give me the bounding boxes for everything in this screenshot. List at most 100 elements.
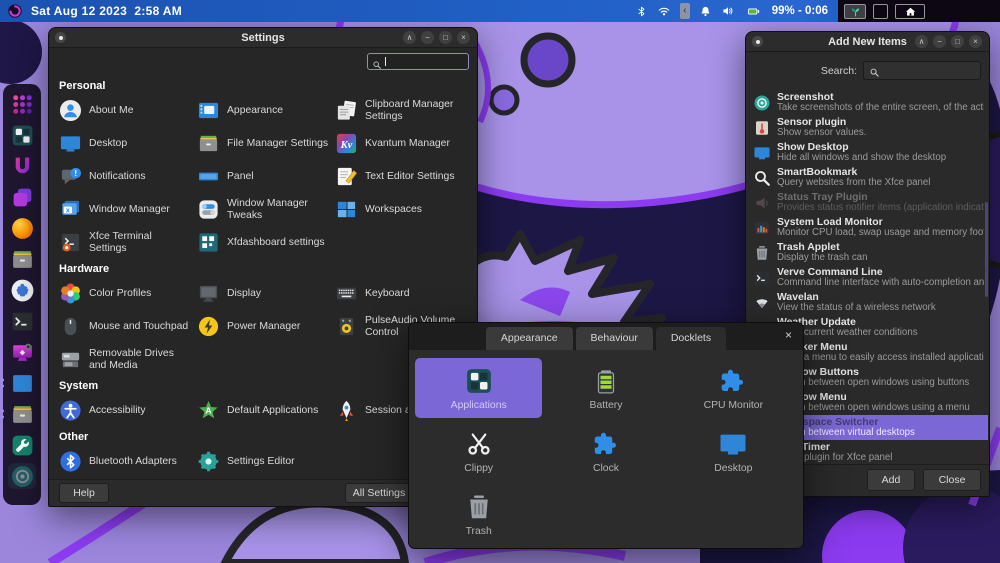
settings-item[interactable]: Desktop xyxy=(57,127,193,160)
docklet-tile[interactable]: Trash xyxy=(415,484,542,544)
battery-icon[interactable] xyxy=(744,5,763,18)
panel-clock[interactable]: Sat Aug 12 2023 2:58 AM xyxy=(31,4,182,18)
scrollbar-thumb[interactable] xyxy=(985,202,988,297)
dock-item-settings-manager[interactable] xyxy=(8,432,36,458)
maximize-icon[interactable]: □ xyxy=(951,35,964,48)
add-items-titlebar[interactable]: Add New Items ∧ − □ × xyxy=(746,32,989,52)
dock-item-file-manager-window[interactable] xyxy=(1,401,36,427)
dialog-tab[interactable]: Behaviour xyxy=(575,327,653,350)
settings-item-label: About Me xyxy=(89,104,134,116)
window-menu-button[interactable] xyxy=(55,32,66,43)
plugin-row[interactable]: SmartBookmark Query websites from the Xf… xyxy=(747,165,988,190)
settings-item[interactable]: Xfdashboard settings xyxy=(195,226,331,259)
minimize-icon[interactable]: − xyxy=(421,31,434,44)
settings-item[interactable]: Mouse and Touchpad xyxy=(57,310,193,343)
dock-item-app-launcher[interactable] xyxy=(8,91,36,117)
battery-label[interactable]: 99% - 0:06 xyxy=(772,5,828,17)
settings-item[interactable]: Xfce Terminal Settings xyxy=(57,226,193,259)
wm-tweaks-icon xyxy=(197,198,220,221)
docklet-tile[interactable]: Applications xyxy=(415,358,543,418)
plugin-row[interactable]: Verve Command Line Command line interfac… xyxy=(747,265,988,290)
settings-item[interactable]: Color Profiles xyxy=(57,277,193,310)
tray-collapse-arrow[interactable]: ‹ xyxy=(679,3,690,19)
plugin-row[interactable]: Screenshot Take screenshots of the entir… xyxy=(747,90,988,115)
dock-item-window-switcher[interactable] xyxy=(8,184,36,210)
settings-item[interactable]: Appearance xyxy=(195,94,331,127)
plugin-row[interactable]: Sensor plugin Show sensor values. xyxy=(747,115,988,140)
settings-item[interactable]: Settings Editor xyxy=(195,445,331,478)
plugin-row[interactable]: Wavelan View the status of a wireless ne… xyxy=(747,290,988,315)
close-icon[interactable]: × xyxy=(969,35,982,48)
plugin-row[interactable]: Show Desktop Hide all windows and show t… xyxy=(747,140,988,165)
window-menu-button[interactable] xyxy=(752,36,763,47)
settings-item-label: Panel xyxy=(227,170,254,182)
workspace-button-3[interactable] xyxy=(895,3,925,19)
settings-item[interactable]: A Default Applications xyxy=(195,394,331,427)
settings-item[interactable]: About Me xyxy=(57,94,193,127)
settings-item[interactable]: ! Notifications xyxy=(57,160,193,193)
dock-item-screenshot-tool[interactable] xyxy=(8,463,36,489)
wifi-icon[interactable] xyxy=(657,4,671,18)
minimize-icon[interactable]: − xyxy=(933,35,946,48)
settings-item-label: Xfdashboard settings xyxy=(227,236,325,248)
close-button[interactable]: Close xyxy=(923,469,981,491)
rollup-icon[interactable]: ∧ xyxy=(403,31,416,44)
desktop-screen: Sat Aug 12 2023 2:58 AM ‹ 99% - 0:06 Set… xyxy=(0,0,1000,563)
maximize-icon[interactable]: □ xyxy=(439,31,452,44)
settings-titlebar[interactable]: Settings ∧ − □ × xyxy=(49,28,477,48)
search-icon xyxy=(869,65,880,77)
terminal-dark-icon xyxy=(10,309,35,334)
plugin-description: Switch between open windows using a menu xyxy=(777,401,970,413)
dock-item-firefox[interactable] xyxy=(8,215,36,241)
settings-search-input[interactable] xyxy=(367,53,469,70)
close-icon[interactable]: × xyxy=(457,31,470,44)
close-icon[interactable]: × xyxy=(785,328,792,342)
dock-item-file-manager[interactable] xyxy=(8,246,36,272)
dock-item-unity-desktop[interactable] xyxy=(8,153,36,179)
workspace-button-1[interactable] xyxy=(844,3,866,19)
settings-item[interactable]: Removable Drives and Media xyxy=(57,343,193,376)
settings-item[interactable]: Accessibility xyxy=(57,394,193,427)
docklet-tile[interactable]: Clock xyxy=(542,421,669,481)
plugin-row[interactable]: Trash Applet Display the trash can xyxy=(747,240,988,265)
notifications-bell-icon[interactable] xyxy=(699,5,712,18)
help-button[interactable]: Help xyxy=(59,483,109,503)
file-cabinet-icon xyxy=(10,402,35,427)
dock-preferences-dialog: Appearance Behaviour Docklets × Applicat… xyxy=(408,322,804,549)
shutter-teal-icon xyxy=(10,464,35,489)
dock-item-terminal[interactable] xyxy=(8,308,36,334)
settings-item[interactable]: Kv Kvantum Manager xyxy=(333,127,469,160)
dock-item-applications[interactable] xyxy=(8,122,36,148)
dock-item-window[interactable] xyxy=(1,370,36,396)
dock-item-web-app[interactable] xyxy=(8,277,36,303)
rollup-icon[interactable]: ∧ xyxy=(915,35,928,48)
docklet-tile[interactable]: Desktop xyxy=(670,421,797,481)
settings-item[interactable]: Bluetooth Adapters xyxy=(57,445,193,478)
settings-item[interactable]: Text Editor Settings xyxy=(333,160,469,193)
plugin-row[interactable]: System Load Monitor Monitor CPU load, sw… xyxy=(747,215,988,240)
dialog-tab[interactable]: Appearance xyxy=(485,327,573,350)
dialog-tab[interactable]: Docklets xyxy=(655,327,727,350)
plugin-row[interactable]: Status Tray Plugin Provides status notif… xyxy=(747,190,988,215)
volume-icon[interactable] xyxy=(721,4,735,18)
settings-item[interactable]: File Manager Settings xyxy=(195,127,331,160)
plugin-description: Monitor CPU load, swap usage and memory … xyxy=(777,226,984,238)
workspace-button-2[interactable] xyxy=(873,3,888,19)
docklet-tile[interactable]: Clippy xyxy=(415,421,542,481)
items-search-input[interactable] xyxy=(863,61,981,80)
all-settings-button[interactable]: All Settings xyxy=(345,483,413,503)
add-button[interactable]: Add xyxy=(867,469,915,491)
settings-item[interactable]: Clipboard Manager Settings xyxy=(333,94,469,127)
settings-item[interactable]: Workspaces xyxy=(333,193,469,226)
bluetooth-icon[interactable] xyxy=(635,5,648,18)
settings-item[interactable]: Window Manager Tweaks xyxy=(195,193,331,226)
docklet-tile[interactable]: Battery xyxy=(542,358,669,418)
settings-item[interactable]: Panel xyxy=(195,160,331,193)
settings-item[interactable]: x Window Manager xyxy=(57,193,193,226)
settings-item[interactable]: Power Manager xyxy=(195,310,331,343)
settings-item[interactable]: Display xyxy=(195,277,331,310)
docklet-tile[interactable]: CPU Monitor xyxy=(670,358,797,418)
settings-item[interactable]: Keyboard xyxy=(333,277,469,310)
dock-item-display-settings[interactable] xyxy=(8,339,36,365)
distro-logo-icon[interactable] xyxy=(7,3,23,19)
